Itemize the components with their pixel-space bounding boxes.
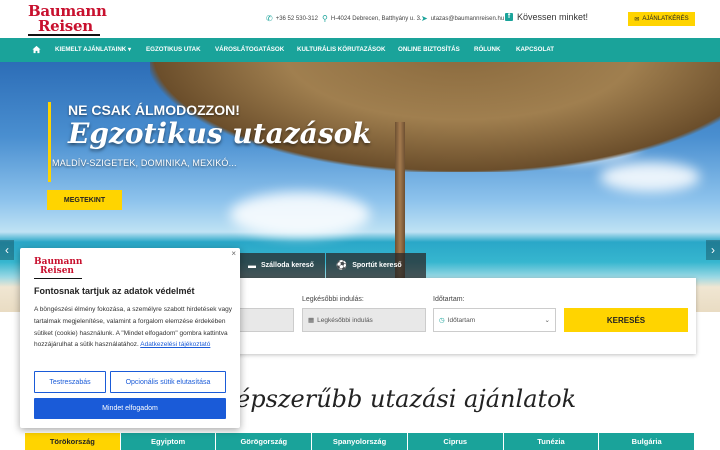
search-panel: Legkésőbbi indulás: ▦ Legkésőbbi indulás… xyxy=(224,278,696,354)
chevron-right-icon[interactable]: › xyxy=(706,240,720,260)
tab-country-gorogorszag[interactable]: Görögország xyxy=(216,433,313,450)
calendar-icon: ▦ xyxy=(308,317,315,324)
hero-title: Egzotikus utazások xyxy=(68,117,372,150)
hero-accent-bar xyxy=(48,102,51,182)
address-contact: ⚲ H-4024 Debrecen, Batthyány u. 3. xyxy=(322,14,422,23)
main-nav: KIEMELT AJÁNLATAINK ▾ EGZOTIKUS UTAK VÁR… xyxy=(0,38,720,62)
facebook-label: Kövessen minket! xyxy=(517,12,589,22)
offer-request-label: AJÁNLATKÉRÉS xyxy=(642,16,689,22)
nav-item-label: KIEMELT AJÁNLATAINK xyxy=(55,46,127,53)
duration-value: Időtartam xyxy=(447,316,476,324)
nav-item-kiemelt[interactable]: KIEMELT AJÁNLATAINK ▾ xyxy=(55,46,131,53)
nav-item-kulturalis[interactable]: KULTURÁLIS KÖRUTAZÁSOK xyxy=(297,46,385,53)
envelope-icon: ✉ xyxy=(634,16,640,23)
offer-request-button[interactable]: ✉ AJÁNLATKÉRÉS xyxy=(628,12,695,26)
duration-label: Időtartam: xyxy=(433,296,465,303)
tab-hotel-search-label: Szálloda kereső xyxy=(261,262,314,269)
tab-country-egyiptom[interactable]: Egyiptom xyxy=(120,433,217,450)
tab-country-tunezia[interactable]: Tunézia xyxy=(503,433,600,450)
phone-icon: ✆ xyxy=(266,14,273,23)
site-header: Baumann Reisen ✆ +36 52 530-312 ⚲ H-4024… xyxy=(0,0,720,38)
phone-text: +36 52 530-312 xyxy=(275,15,318,22)
logo-underline xyxy=(28,34,100,36)
accept-all-button[interactable]: Mindet elfogadom xyxy=(34,398,226,419)
tab-sport-search[interactable]: ⚽ Sportút kereső xyxy=(326,253,426,278)
country-tabs: Törökország Egyiptom Görögország Spanyol… xyxy=(25,433,696,450)
home-icon[interactable] xyxy=(32,45,41,54)
facebook-icon: f xyxy=(505,13,513,21)
cookie-logo: Baumann Reisen xyxy=(34,258,84,280)
chevron-left-icon[interactable]: ‹ xyxy=(0,240,14,260)
search-button[interactable]: KERESÉS xyxy=(564,308,688,332)
nav-item-biztositas[interactable]: ONLINE BIZTOSÍTÁS xyxy=(398,46,460,53)
caret-down-icon: ▾ xyxy=(128,46,132,53)
logo-line-2: Reisen xyxy=(38,17,93,35)
customize-button[interactable]: Testreszabás xyxy=(34,371,106,393)
duration-select[interactable]: ◷ Időtartam ⌄ xyxy=(433,308,556,332)
tab-country-ciprus[interactable]: Ciprus xyxy=(407,433,504,450)
hero-view-button[interactable]: MEGTEKINT xyxy=(47,190,122,210)
nav-item-kapcsolat[interactable]: KAPCSOLAT xyxy=(516,46,554,53)
tab-country-torokorszag[interactable]: Törökország xyxy=(25,433,121,450)
hero-subtitle: NE CSAK ÁLMODOZZON! xyxy=(68,102,240,118)
tab-country-spanyolorszag[interactable]: Spanyolország xyxy=(312,433,408,450)
reject-optional-button[interactable]: Opcionális sütik elutasítása xyxy=(110,371,226,393)
cookie-logo-line-2: Reisen xyxy=(40,266,74,276)
hero-destinations: MALDÍV-SZIGETEK, DOMINIKA, MEXIKÓ... xyxy=(52,158,237,168)
address-text: H-4024 Debrecen, Batthyány u. 3. xyxy=(330,15,422,22)
soccer-ball-icon: ⚽ xyxy=(336,260,348,270)
facebook-link[interactable]: f Kövessen minket! xyxy=(505,12,588,22)
tab-hotel-search[interactable]: ▬ Szálloda kereső xyxy=(238,253,325,278)
bed-icon: ▬ xyxy=(248,261,256,270)
latest-departure-label: Legkésőbbi indulás: xyxy=(302,296,364,303)
nav-item-egzotikus[interactable]: EGZOTIKUS UTAK xyxy=(146,46,201,53)
close-icon[interactable]: × xyxy=(231,249,236,258)
email-text: utazas@baumannreisen.hu xyxy=(430,15,505,22)
paper-plane-icon: ➤ xyxy=(421,14,428,23)
chevron-down-icon: ⌄ xyxy=(544,317,550,324)
email-contact[interactable]: ➤ utazas@baumannreisen.hu xyxy=(421,14,504,23)
nav-item-rolunk[interactable]: RÓLUNK xyxy=(474,46,500,53)
cookie-logo-underline xyxy=(34,278,82,279)
tab-sport-search-label: Sportút kereső xyxy=(352,262,402,269)
cookie-text-block: A böngészési élmény fokozása, a személyr… xyxy=(34,304,234,351)
privacy-policy-link[interactable]: Adatkezelési tájékoztató xyxy=(140,341,210,348)
cloud-shape xyxy=(230,192,370,237)
tab-country-bulgaria[interactable]: Bulgária xyxy=(599,433,696,450)
section-title: épszerűbb utazási ajánlatok xyxy=(236,385,577,413)
latest-departure-field[interactable]: ▦ Legkésőbbi indulás xyxy=(302,308,426,332)
cookie-heading: Fontosnak tartjuk az adatok védelmét xyxy=(34,286,195,296)
map-pin-icon: ⚲ xyxy=(322,14,328,23)
phone-contact[interactable]: ✆ +36 52 530-312 xyxy=(266,14,318,23)
cookie-consent-dialog: × Baumann Reisen Fontosnak tartjuk az ad… xyxy=(20,248,240,428)
latest-departure-placeholder: Legkésőbbi indulás xyxy=(317,316,373,324)
site-logo[interactable]: Baumann Reisen xyxy=(28,4,107,36)
clock-icon: ◷ xyxy=(439,317,445,324)
nav-item-varoslatogatasok[interactable]: VÁROSLÁTOGATÁSOK xyxy=(215,46,284,53)
